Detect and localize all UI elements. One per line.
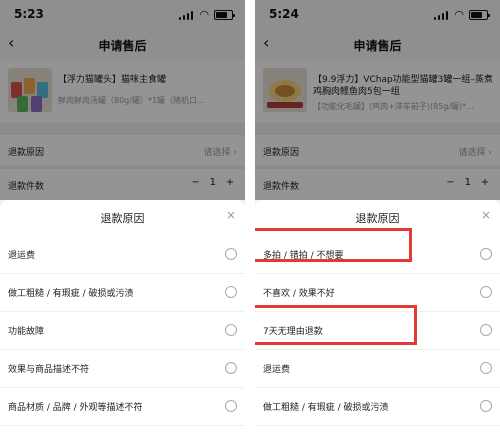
reason-option-label: 做工粗糙 / 有瑕疵 / 破损或污渍 <box>8 289 134 299</box>
close-icon[interactable]: × <box>226 209 236 221</box>
reason-option-partial[interactable] <box>0 426 245 434</box>
reason-option[interactable]: 效果与商品描述不符 <box>0 350 245 388</box>
reason-option-label: 不喜欢 / 效果不好 <box>263 289 335 299</box>
sheet-title: 退款原因 <box>100 212 145 225</box>
phone-screen-right: 5:24 ◠ ‹ 申请售后 【9.9浮力】VChap功能型猫罐3罐一组–蒸煮鸡胸… <box>255 0 500 434</box>
radio-button[interactable] <box>480 324 492 336</box>
radio-button[interactable] <box>480 286 492 298</box>
radio-button[interactable] <box>480 400 492 412</box>
highlight-box <box>255 228 412 262</box>
refund-reason-sheet: 退款原因 × 退运费 做工粗糙 / 有瑕疵 / 破损或污渍 功能故障 效果与商品… <box>0 200 245 434</box>
reason-option-label: 退运费 <box>8 251 36 261</box>
reason-option[interactable]: 做工粗糙 / 有瑕疵 / 破损或污渍 <box>0 274 245 312</box>
reason-option[interactable]: 商品材质 / 品牌 / 外观等描述不符 <box>0 388 245 426</box>
radio-button[interactable] <box>225 400 237 412</box>
radio-button[interactable] <box>225 248 237 260</box>
reason-option[interactable]: 做工粗糙 / 有瑕疵 / 破损或污渍 <box>255 388 500 426</box>
reason-option-label: 商品材质 / 品牌 / 外观等描述不符 <box>8 403 143 413</box>
radio-button[interactable] <box>225 286 237 298</box>
reason-option-label: 功能故障 <box>8 327 45 337</box>
highlight-box <box>255 305 417 345</box>
radio-button[interactable] <box>480 362 492 374</box>
radio-button[interactable] <box>225 362 237 374</box>
radio-button[interactable] <box>480 248 492 260</box>
sheet-title: 退款原因 <box>355 212 400 225</box>
phone-screen-left: 5:23 ◠ ‹ 申请售后 【浮力猫罐头】猫咪主食罐 鲜肉鲜肉汤罐（80g/罐）… <box>0 0 245 434</box>
close-icon[interactable]: × <box>481 209 491 221</box>
reason-option[interactable]: 退运费 <box>255 350 500 388</box>
reason-option[interactable]: 退运费 <box>0 236 245 274</box>
modal-backdrop[interactable] <box>0 0 245 200</box>
radio-button[interactable] <box>225 324 237 336</box>
reason-option[interactable]: 功能故障 <box>0 312 245 350</box>
reason-option-label: 退运费 <box>263 365 291 375</box>
modal-backdrop[interactable] <box>255 0 500 200</box>
composite-screenshot: 5:23 ◠ ‹ 申请售后 【浮力猫罐头】猫咪主食罐 鲜肉鲜肉汤罐（80g/罐）… <box>0 0 500 434</box>
refund-reason-sheet: 退款原因 × 多拍 / 错拍 / 不想要 不喜欢 / 效果不好 7天无理由退款 … <box>255 200 500 434</box>
reason-option-label: 做工粗糙 / 有瑕疵 / 破损或污渍 <box>263 403 389 413</box>
reason-option-partial[interactable] <box>255 426 500 434</box>
reason-option-label: 效果与商品描述不符 <box>8 365 90 375</box>
